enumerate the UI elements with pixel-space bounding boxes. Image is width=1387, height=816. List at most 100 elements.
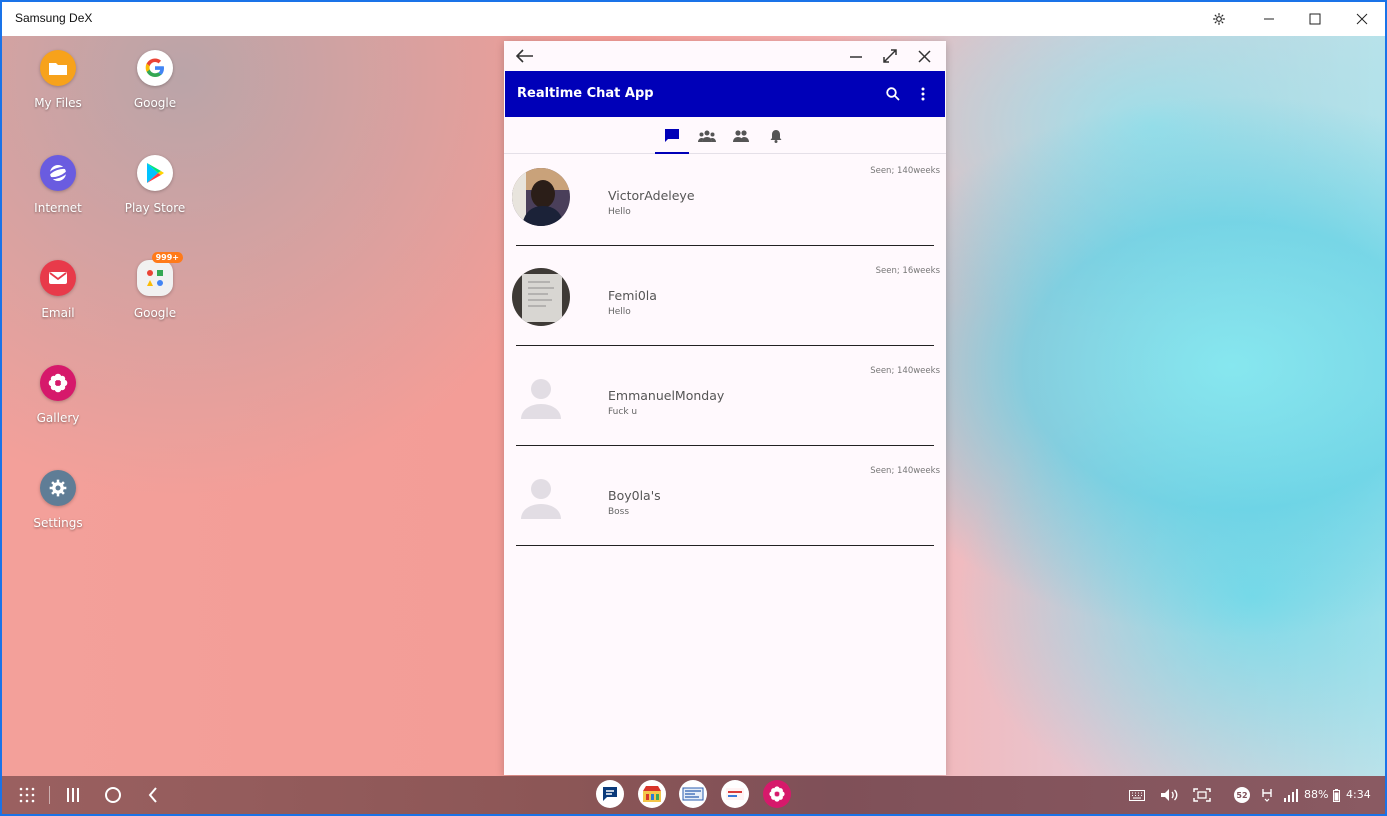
gallery-icon xyxy=(769,786,785,802)
desktop-app-gallery[interactable]: Gallery xyxy=(13,365,103,425)
close-icon xyxy=(1356,13,1368,25)
minimize-icon xyxy=(850,56,862,58)
contact-name: Femi0la xyxy=(608,288,657,303)
host-minimize-button[interactable] xyxy=(1246,2,1292,36)
minimize-icon xyxy=(1264,18,1274,20)
clock: 4:34 xyxy=(1346,788,1371,801)
volume-icon xyxy=(1161,789,1178,801)
last-message: Fuck u xyxy=(608,407,638,417)
host-title: Samsung DeX xyxy=(15,11,93,25)
divider xyxy=(516,245,934,246)
settings-icon xyxy=(40,470,76,506)
tab-chats[interactable] xyxy=(655,123,689,154)
divider xyxy=(516,345,934,346)
taskbar-app-messages[interactable] xyxy=(596,780,624,808)
host-settings-button[interactable] xyxy=(1196,2,1242,36)
folder-icon xyxy=(40,50,76,86)
desktop-app-my-files[interactable]: My Files xyxy=(13,50,103,110)
taskbar-app-store[interactable] xyxy=(638,780,666,808)
chat-list-item[interactable]: EmmanuelMonday Fuck u Seen; 140weeks xyxy=(504,355,946,455)
contact-name: VictorAdeleye xyxy=(608,188,695,203)
desktop-app-email[interactable]: Email xyxy=(13,260,103,320)
google-icon xyxy=(137,50,173,86)
desktop-app-label: Internet xyxy=(34,201,82,215)
tab-groups[interactable] xyxy=(690,123,724,149)
app-title: Realtime Chat App xyxy=(517,86,654,101)
host-maximize-button[interactable] xyxy=(1292,2,1338,36)
app-maximize-button[interactable] xyxy=(878,45,902,67)
email-icon xyxy=(40,260,76,296)
host-close-button[interactable] xyxy=(1339,2,1385,36)
search-button[interactable] xyxy=(883,84,903,104)
groups-icon xyxy=(698,130,716,142)
taskbar-app-news[interactable] xyxy=(679,780,707,808)
seen-status: Seen; 140weeks xyxy=(870,366,940,376)
data-status-icon xyxy=(1255,783,1279,807)
desktop-app-label: Google xyxy=(133,96,177,110)
chat-app-window: Realtime Chat App VictorAdeleye Hello Se… xyxy=(504,41,946,775)
chat-list-item[interactable]: Boy0la's Boss Seen; 140weeks xyxy=(504,455,946,555)
more-vert-icon xyxy=(921,87,925,101)
last-message: Hello xyxy=(608,207,631,217)
notification-count: 52 xyxy=(1234,787,1250,803)
screen-capture-icon xyxy=(1193,788,1211,802)
notification-badge: 999+ xyxy=(151,252,183,263)
taskbar-separator xyxy=(49,786,50,804)
apps-grid-button[interactable] xyxy=(15,783,39,807)
gear-icon xyxy=(1213,13,1225,25)
gallery-icon xyxy=(40,365,76,401)
keyboard-button[interactable] xyxy=(1125,783,1149,807)
news-icon xyxy=(682,787,704,801)
crime-report-icon xyxy=(726,788,744,800)
screenshot-button[interactable] xyxy=(1190,783,1214,807)
battery-level: 88% xyxy=(1304,788,1329,801)
signal-icon xyxy=(1279,783,1303,807)
nav-back-button[interactable] xyxy=(141,783,165,807)
divider xyxy=(516,445,934,446)
tab-bar xyxy=(504,117,946,154)
arrow-left-icon xyxy=(516,49,533,63)
google-folder-icon: 999+ xyxy=(137,252,183,296)
chat-list-item[interactable]: Femi0la Hello Seen; 16weeks xyxy=(504,255,946,355)
host-title-bar: Samsung DeX xyxy=(2,2,1385,36)
desktop-app-label: Gallery xyxy=(36,411,80,425)
taskbar-app-gallery[interactable] xyxy=(763,780,791,808)
tab-notifications[interactable] xyxy=(759,123,793,149)
avatar xyxy=(512,268,570,326)
seen-status: Seen; 140weeks xyxy=(870,466,940,476)
app-close-button[interactable] xyxy=(912,45,936,67)
app-minimize-button[interactable] xyxy=(844,45,868,67)
desktop-app-play-store[interactable]: Play Store xyxy=(110,155,200,215)
play-store-icon xyxy=(137,155,173,191)
recents-icon xyxy=(67,788,79,802)
avatar-placeholder-icon xyxy=(517,473,565,521)
internet-icon xyxy=(40,155,76,191)
desktop-app-settings[interactable]: Settings xyxy=(13,470,103,530)
volume-button[interactable] xyxy=(1157,783,1181,807)
notification-count-badge[interactable]: 52 xyxy=(1230,783,1254,807)
desktop-app-google-folder[interactable]: 999+ Google xyxy=(110,252,200,320)
search-icon xyxy=(886,87,900,101)
last-message: Boss xyxy=(608,507,630,517)
home-button[interactable] xyxy=(101,783,125,807)
battery-icon xyxy=(1330,783,1342,807)
back-button[interactable] xyxy=(513,45,537,67)
desktop-app-google[interactable]: Google xyxy=(110,50,200,110)
taskbar-app-crime-report[interactable] xyxy=(721,780,749,808)
messages-icon xyxy=(603,787,617,801)
store-icon xyxy=(643,786,661,802)
avatar xyxy=(512,168,570,226)
chat-list-item[interactable]: VictorAdeleye Hello Seen; 140weeks xyxy=(504,155,946,255)
app-window-titlebar xyxy=(504,41,946,71)
desktop-app-internet[interactable]: Internet xyxy=(13,155,103,215)
maximize-icon xyxy=(1309,13,1321,25)
tab-friends[interactable] xyxy=(724,123,758,149)
desktop-app-label: Google xyxy=(133,306,177,320)
desktop-app-label: Email xyxy=(41,306,75,320)
overflow-menu-button[interactable] xyxy=(913,84,933,104)
seen-status: Seen; 140weeks xyxy=(870,166,940,176)
recents-button[interactable] xyxy=(61,783,85,807)
chevron-left-icon xyxy=(148,787,157,803)
last-message: Hello xyxy=(608,307,631,317)
desktop-app-label: My Files xyxy=(34,96,82,110)
